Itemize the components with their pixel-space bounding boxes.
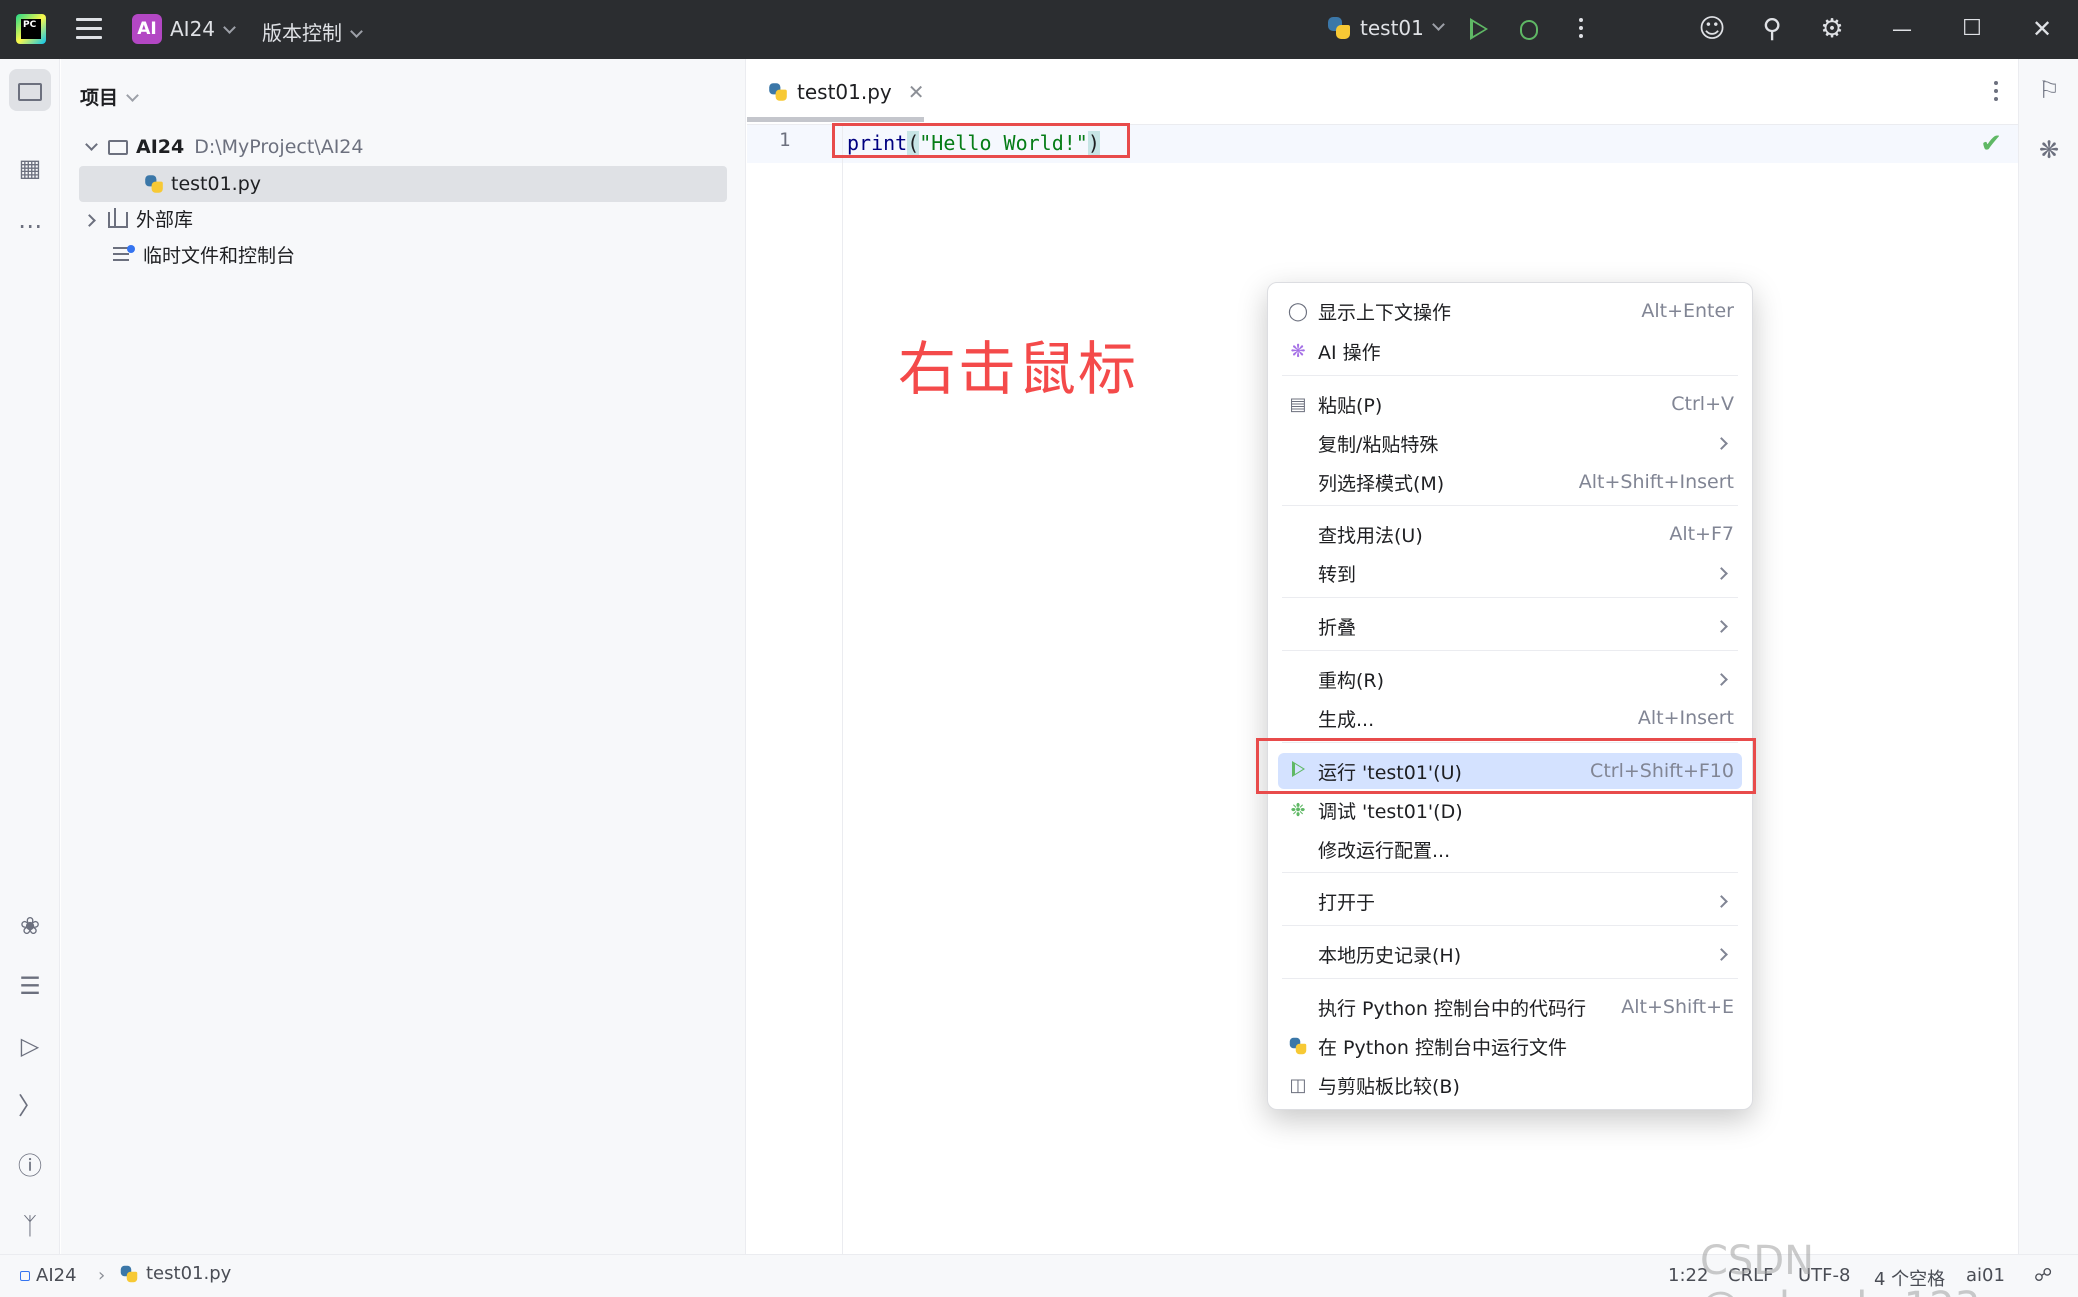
close-window-button[interactable]: ✕ [2027, 14, 2057, 44]
python-file-icon [119, 1264, 139, 1284]
run-button[interactable] [1464, 14, 1494, 44]
menu-item-execute-in-console[interactable]: 执行 Python 控制台中的代码行 Alt+Shift+E [1278, 989, 1742, 1025]
submenu-arrow-icon [1715, 947, 1728, 961]
breadcrumb-file[interactable]: test01.py [116, 1261, 231, 1287]
problems-icon[interactable]: ⓘ [9, 1145, 51, 1187]
add-user-icon[interactable]: ☺ [1697, 14, 1727, 44]
editor-tabbar: test01.py ✕ [747, 59, 2018, 125]
menu-item-open-in[interactable]: 打开于 [1278, 883, 1742, 919]
run-highlight-box [1256, 738, 1756, 794]
git-icon[interactable]: ᛉ [9, 1205, 51, 1247]
search-icon[interactable]: ⚲ [1757, 14, 1787, 44]
bulb-icon: ◯ [1287, 300, 1309, 322]
project-badge[interactable]: AI [132, 14, 162, 44]
menu-item-column-select[interactable]: 列选择模式(M) Alt+Shift+Insert [1278, 464, 1742, 500]
menu-item-refactor[interactable]: 重构(R) [1278, 661, 1742, 697]
project-panel-header[interactable]: 项目 [80, 83, 139, 110]
menu-item-ai-actions[interactable]: ❋ AI 操作 [1278, 333, 1742, 369]
terminal-icon[interactable]: 〉 [9, 1085, 51, 1127]
menu-item-goto[interactable]: 转到 [1278, 555, 1742, 591]
submenu-arrow-icon [1715, 619, 1728, 633]
project-tool-button[interactable] [9, 69, 51, 111]
chevron-down-icon [126, 89, 139, 102]
menu-item-find-usages[interactable]: 查找用法(U) Alt+F7 [1278, 516, 1742, 552]
compare-icon: ◫ [1289, 1074, 1307, 1096]
code-highlight-box [832, 123, 1130, 158]
python-file-icon [768, 82, 789, 103]
pycharm-logo-icon: PC [16, 14, 46, 44]
folder-icon [18, 83, 42, 101]
tree-item-root[interactable]: AI24 D:\MyProject\AI24 [79, 129, 727, 165]
tree-item-scratches[interactable]: 临时文件和控制台 [79, 238, 727, 274]
submenu-arrow-icon [1715, 672, 1728, 686]
run-config-selector[interactable]: test01 [1326, 15, 1445, 41]
collapse-arrow-icon[interactable] [83, 213, 96, 227]
inspection-ok-icon[interactable]: ✔ [1980, 129, 2002, 159]
debug-icon: ❉ [1290, 799, 1306, 821]
project-selector[interactable]: AI24 [170, 17, 236, 41]
expand-arrow-icon[interactable] [85, 137, 98, 151]
bug-icon [1520, 20, 1538, 40]
ai-assistant-icon[interactable]: ❋ [2028, 129, 2070, 171]
breadcrumb-separator-icon: › [98, 1265, 106, 1286]
tree-item-file[interactable]: test01.py [79, 166, 727, 202]
menu-item-copy-paste-special[interactable]: 复制/粘贴特殊 [1278, 425, 1742, 461]
python-icon [1326, 15, 1352, 41]
structure-icon[interactable]: ▦ [9, 147, 51, 189]
submenu-arrow-icon [1715, 566, 1728, 580]
context-menu: ◯ 显示上下文操作 Alt+Enter ❋ AI 操作 ▤ 粘贴(P) Ctrl+V 复制… [1267, 282, 1753, 1110]
settings-gear-icon[interactable]: ⚙ [1817, 14, 1847, 44]
debug-button[interactable] [1514, 14, 1544, 44]
menu-item-compare-clipboard[interactable]: ◫ 与剪贴板比较(B) [1278, 1067, 1742, 1103]
more-tools-icon[interactable]: ⋯ [9, 205, 51, 247]
services-icon[interactable]: ▷ [9, 1025, 51, 1067]
close-tab-icon[interactable]: ✕ [908, 80, 925, 104]
menu-item-generate[interactable]: 生成... Alt+Insert [1278, 700, 1742, 736]
layers-icon[interactable]: ☰ [9, 965, 51, 1007]
line-number: 1 [779, 129, 791, 151]
menu-item-modify-run-config[interactable]: 修改运行配置... [1278, 831, 1742, 867]
tab-test01[interactable]: test01.py ✕ [765, 75, 925, 109]
menu-item-local-history[interactable]: 本地历史记录(H) [1278, 936, 1742, 972]
chevron-down-icon [350, 25, 363, 38]
vcs-menu[interactable]: 版本控制 [262, 17, 363, 46]
tree-item-external-libs[interactable]: 外部库 [79, 202, 727, 238]
editor-more-icon[interactable] [1994, 81, 1998, 105]
menu-item-paste[interactable]: ▤ 粘贴(P) Ctrl+V [1278, 386, 1742, 422]
minimize-button[interactable]: — [1887, 14, 1917, 44]
annotation-text: 右击鼠标 [898, 335, 1139, 403]
chevron-down-icon [1431, 17, 1445, 31]
watermark: CSDN @adc_abc123 [1700, 1238, 1980, 1297]
menu-item-debug[interactable]: ❉ 调试 'test01'(D) [1278, 792, 1742, 828]
folder-icon [108, 139, 128, 155]
ai-icon: ❋ [1290, 340, 1306, 362]
left-tool-strip: ▦ ⋯ ❀ ☰ ▷ 〉 ⓘ ᛉ [0, 59, 60, 1254]
maximize-button[interactable]: ☐ [1957, 14, 1987, 44]
clipboard-icon: ▤ [1289, 393, 1307, 415]
python-file-icon [144, 174, 165, 195]
active-tab-underline [747, 117, 924, 122]
right-tool-strip: ⚐ ❋ [2018, 59, 2078, 1254]
python-icon [1288, 1036, 1308, 1056]
project-panel: 项目 AI24 D:\MyProject\AI24 test01.py 外部库 … [61, 59, 746, 1254]
chevron-down-icon [223, 21, 236, 34]
menu-item-run-in-console[interactable]: 在 Python 控制台中运行文件 [1278, 1028, 1742, 1064]
title-bar: PC AI AI24 版本控制 test01 ☺ ⚲ ⚙ — ☐ ✕ [0, 0, 2078, 59]
notifications-bell-icon[interactable]: ⚐ [2028, 69, 2070, 111]
library-icon [108, 208, 128, 228]
breadcrumb-project[interactable]: AI24 [20, 1265, 77, 1286]
scratches-icon [113, 245, 135, 265]
menu-item-context-actions[interactable]: ◯ 显示上下文操作 Alt+Enter [1278, 293, 1742, 329]
submenu-arrow-icon [1715, 894, 1728, 908]
python-packages-icon[interactable]: ❀ [9, 905, 51, 947]
main-menu-button[interactable] [76, 18, 102, 40]
play-icon [1470, 18, 1488, 40]
menu-item-folding[interactable]: 折叠 [1278, 608, 1742, 644]
gutter-divider [842, 125, 843, 1254]
submenu-arrow-icon [1715, 436, 1728, 450]
more-actions-button[interactable] [1566, 14, 1596, 44]
